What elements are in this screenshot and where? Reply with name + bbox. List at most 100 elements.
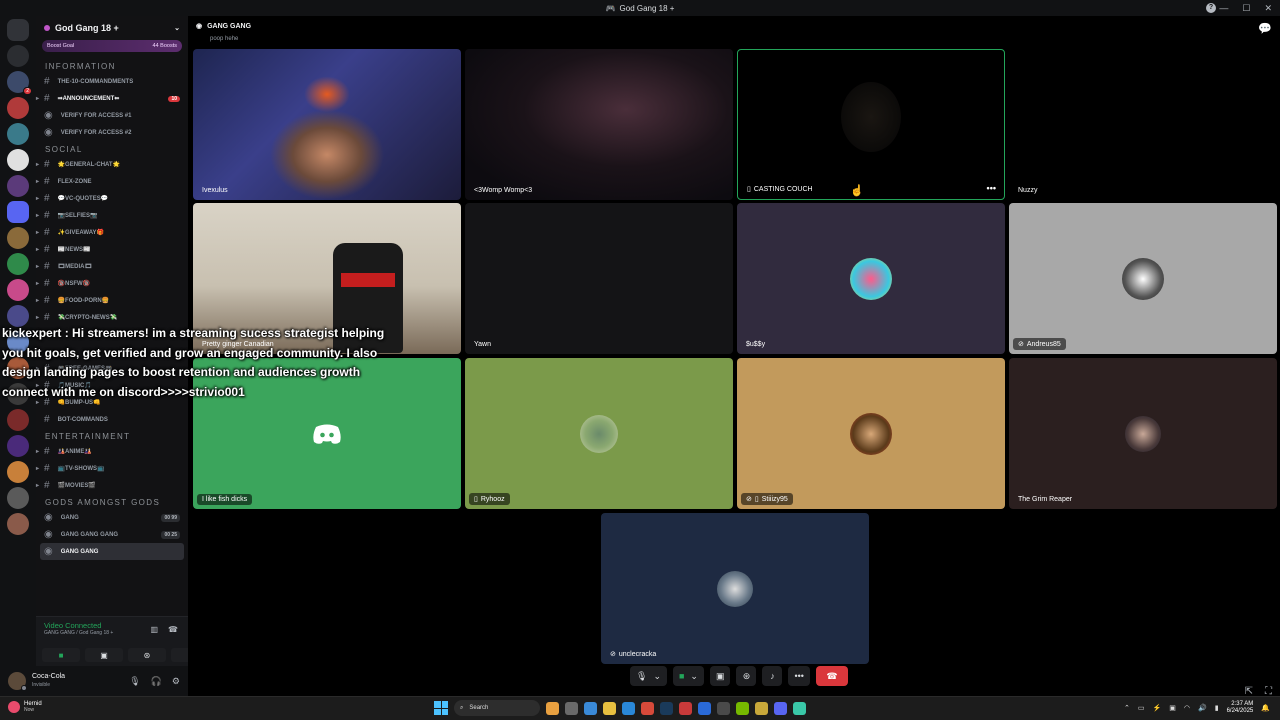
app-icon[interactable]	[679, 701, 692, 715]
mic-toggle[interactable]: 🎙 ⌄	[630, 666, 667, 686]
server-icon[interactable]: 2	[7, 71, 32, 95]
channel-movies[interactable]: ▸ # 🎬MOVIES🎬	[36, 477, 188, 494]
disconnect-icon[interactable]: ☎	[168, 625, 178, 634]
battery-icon[interactable]: ▮	[1215, 704, 1219, 712]
channel-verify-2[interactable]: ◉ VERIFY FOR ACCESS #2	[36, 124, 188, 141]
channel-general[interactable]: ▸ # 🌟GENERAL-CHAT🌟	[36, 156, 188, 173]
voice-channel-gang[interactable]: ◉ GANG 00 99	[36, 509, 188, 526]
server-icon[interactable]	[7, 123, 29, 145]
more-options-icon[interactable]: •••	[788, 666, 810, 686]
camera-toggle[interactable]: ■ ⌄	[672, 666, 704, 686]
mic-icon[interactable]: 🎙	[129, 676, 140, 687]
channel-rules[interactable]: # THE-10-COMMANDMENTS	[36, 73, 188, 90]
server-icon[interactable]	[7, 435, 29, 457]
channel-giveaway[interactable]: ▸ # ✨GIVEAWAY🎁	[36, 224, 188, 241]
channel-bot-commands[interactable]: # BOT-COMMANDS	[36, 411, 188, 428]
app-icon[interactable]	[717, 701, 730, 715]
channel-media[interactable]: ▸ # 🎞MEDIA🎞	[36, 258, 188, 275]
chat-icon[interactable]: 💬	[1258, 22, 1272, 35]
participant-tile[interactable]: ▯ Ryhooz	[465, 358, 733, 509]
category-social[interactable]: SOCIAL	[36, 141, 188, 156]
discord-icon[interactable]	[774, 701, 787, 715]
chevron-up-icon[interactable]: ⌃	[1124, 704, 1130, 712]
server-icon[interactable]	[7, 175, 29, 197]
tray-icon[interactable]: ⚡	[1153, 704, 1162, 712]
gear-icon[interactable]: ⚙	[172, 676, 180, 687]
channel-vc-quotes[interactable]: ▸ # 💬VC-QUOTES💬	[36, 190, 188, 207]
channel-announcement[interactable]: ▸ # ⇛ANNOUNCEMENT⇚ 10	[36, 90, 188, 107]
participant-tile[interactable]: ⊘ Andreus85	[1009, 203, 1277, 354]
participant-tile[interactable]: The Grim Reaper	[1009, 358, 1277, 509]
server-icon[interactable]	[7, 45, 29, 67]
volume-icon[interactable]: 🔊	[1198, 704, 1207, 712]
activity-button[interactable]: ⊛	[736, 666, 757, 686]
headphones-icon[interactable]: 🎧	[151, 676, 162, 687]
edge-icon[interactable]	[622, 701, 635, 715]
camera-button[interactable]: ■	[42, 648, 80, 662]
participant-tile[interactable]: ⊘ unclecracka	[601, 513, 869, 664]
home-icon[interactable]	[7, 19, 29, 41]
participant-tile[interactable]: Yawn	[465, 203, 733, 354]
app-icon[interactable]	[565, 701, 578, 715]
help-icon[interactable]: ?	[1206, 3, 1216, 13]
server-icon[interactable]	[7, 97, 29, 119]
weather-widget[interactable]: Hernid Now	[8, 701, 42, 713]
server-icon[interactable]	[7, 487, 29, 509]
app-icon[interactable]	[546, 701, 559, 715]
voice-channel-gang-gang-gang[interactable]: ◉ GANG GANG GANG 00 25	[36, 526, 188, 543]
channel-anime[interactable]: ▸ # 🎎ANIME🎎	[36, 443, 188, 460]
server-icon[interactable]	[7, 461, 29, 483]
soundboard-button[interactable]: ♪	[762, 666, 783, 686]
server-icon[interactable]	[7, 253, 29, 275]
server-icon[interactable]	[7, 279, 29, 301]
notification-icon[interactable]: 🔔	[1261, 704, 1270, 712]
screen-share-button[interactable]: ▣	[85, 648, 123, 662]
avatar[interactable]	[8, 672, 27, 691]
boost-goal-bar[interactable]: Boost Goal 44 Boosts	[42, 40, 182, 52]
close-button[interactable]: ✕	[1264, 3, 1272, 14]
server-icon[interactable]	[7, 201, 29, 223]
app-icon[interactable]	[755, 701, 768, 715]
server-icon[interactable]	[7, 409, 29, 431]
tray-icon[interactable]: ▭	[1138, 704, 1145, 712]
server-header[interactable]: God Gang 18 + ⌄	[36, 16, 188, 40]
wifi-icon[interactable]: ◠	[1184, 704, 1190, 712]
channel-selfies[interactable]: ▸ # 📷SELFIES📷	[36, 207, 188, 224]
category-information[interactable]: INFORMATION	[36, 58, 188, 73]
activity-button[interactable]: ⊛	[128, 648, 166, 662]
participant-tile[interactable]: $u$$y	[737, 203, 1005, 354]
server-icon[interactable]	[7, 513, 29, 535]
taskbar-search[interactable]: ⌕ Search	[454, 700, 540, 716]
video-tile[interactable]: <3Womp Womp<3	[465, 49, 733, 200]
clock[interactable]: 2:37 AM 6/24/2025	[1227, 701, 1254, 715]
channel-tv-shows[interactable]: ▸ # 📺TV-SHOWS📺	[36, 460, 188, 477]
server-icon[interactable]	[7, 149, 29, 171]
channel-nsfw[interactable]: ▸ # 🔞NSFW🔞	[36, 275, 188, 292]
signal-icon[interactable]: ▥	[150, 625, 158, 634]
channel-food[interactable]: ▸ # 🍔FOOD-PORN🍔	[36, 292, 188, 309]
tray-icon[interactable]: ▣	[1169, 704, 1176, 712]
maximize-button[interactable]: ☐	[1242, 3, 1250, 14]
minimize-button[interactable]: —	[1219, 3, 1228, 13]
zoom-icon[interactable]	[698, 701, 711, 715]
app-icon[interactable]	[793, 701, 806, 715]
more-options-icon[interactable]: •••	[987, 183, 996, 193]
folder-icon[interactable]	[603, 701, 616, 715]
voice-channel-gang-gang[interactable]: ◉ GANG GANG	[40, 543, 184, 560]
channel-news[interactable]: ▸ # 📰NEWS📰	[36, 241, 188, 258]
category-entertainment[interactable]: ENTERTAINMENT	[36, 428, 188, 443]
video-tile[interactable]: Nuzzy	[1009, 49, 1277, 200]
steam-icon[interactable]	[660, 701, 673, 715]
channel-verify-1[interactable]: ◉ VERIFY FOR ACCESS #1	[36, 107, 188, 124]
category-gods[interactable]: GODS AMONGST GODS	[36, 494, 188, 509]
chrome-icon[interactable]	[641, 701, 654, 715]
windows-start-icon[interactable]	[434, 701, 448, 715]
nvidia-icon[interactable]	[736, 701, 749, 715]
video-tile[interactable]: Ivexulus	[193, 49, 461, 200]
screen-share-button[interactable]: ▣	[709, 666, 731, 686]
channel-flex-zone[interactable]: ▸ # FLEX-ZONE	[36, 173, 188, 190]
video-tile[interactable]: ▯ CASTING COUCH •••	[737, 49, 1005, 200]
participant-tile[interactable]: ⊘ ▯ Stiiizy95	[737, 358, 1005, 509]
disconnect-button[interactable]: ☎	[815, 666, 848, 686]
server-icon[interactable]	[7, 227, 29, 249]
